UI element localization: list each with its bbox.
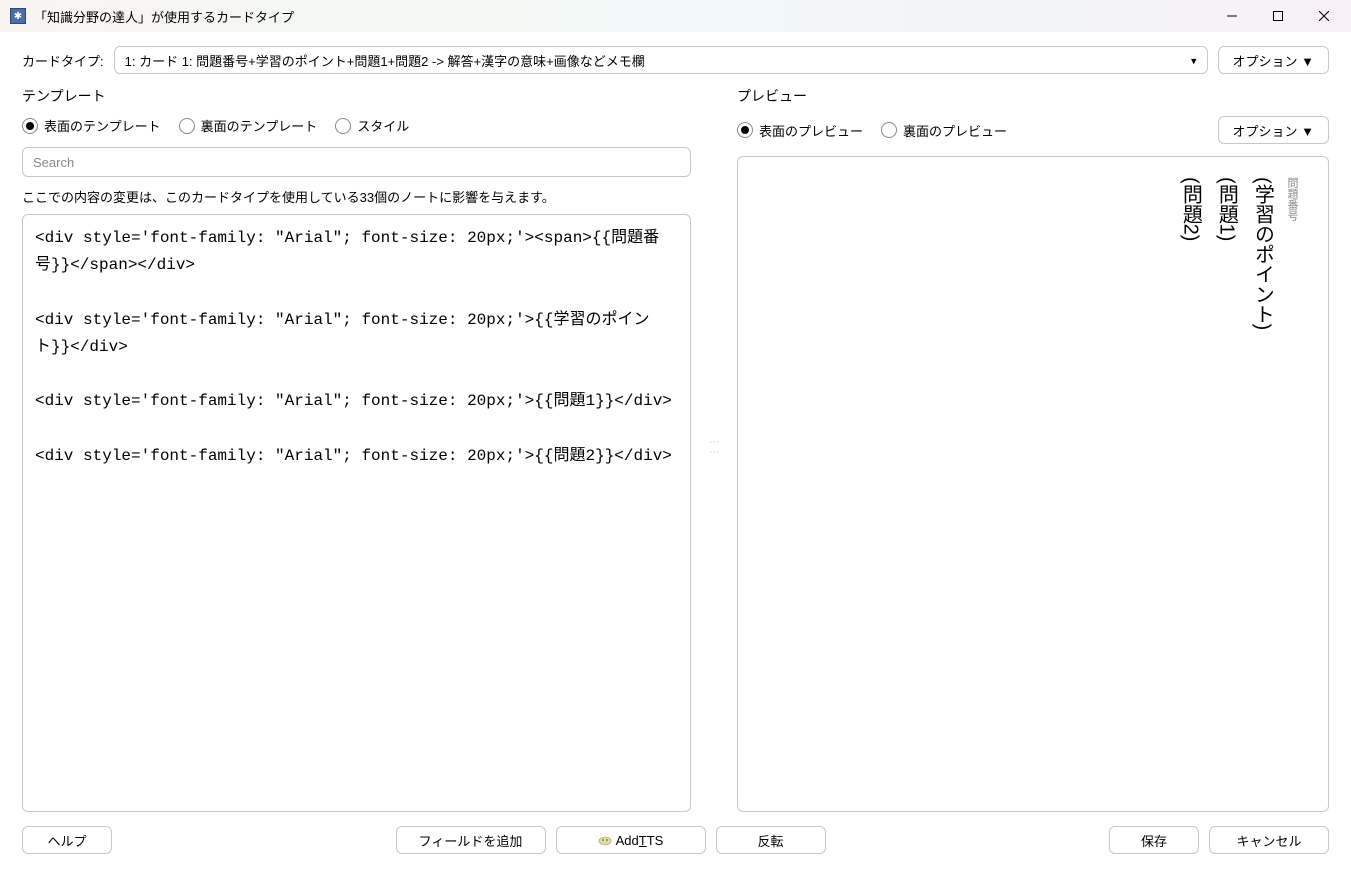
add-tts-button[interactable]: Add TTS xyxy=(556,826,706,854)
radio-style[interactable]: スタイル xyxy=(335,116,409,135)
chevron-down-icon xyxy=(1191,53,1197,68)
radio-dot-icon xyxy=(737,122,753,138)
template-notice: ここでの内容の変更は、このカードタイプを使用している33個のノートに影響を与えま… xyxy=(22,187,691,206)
radio-front-preview-label: 表面のプレビュー xyxy=(759,121,863,140)
radio-back-preview-label: 裏面のプレビュー xyxy=(903,121,1007,140)
maximize-button[interactable] xyxy=(1255,0,1301,32)
preview-line-small: 問題番号 xyxy=(1282,177,1300,791)
preview-radio-row: 表面のプレビュー 裏面のプレビュー オプション ▼ xyxy=(737,116,1329,144)
cancel-label: キャンセル xyxy=(1236,831,1301,850)
card-type-select-value: 1: カード 1: 問題番号+学習のポイント+問題1+問題2 -> 解答+漢字の… xyxy=(125,51,645,70)
card-type-options-button[interactable]: オプション ▼ xyxy=(1218,46,1329,74)
add-tts-label-pre: Add xyxy=(616,833,639,848)
add-field-button[interactable]: フィールドを追加 xyxy=(396,826,546,854)
preview-options-label: オプション ▼ xyxy=(1233,121,1314,140)
pane-splitter[interactable]: ⋮⋮ xyxy=(709,82,719,812)
radio-back-template[interactable]: 裏面のテンプレート xyxy=(179,116,318,135)
app-icon: ✱ xyxy=(10,8,26,24)
card-type-row: カードタイプ: 1: カード 1: 問題番号+学習のポイント+問題1+問題2 -… xyxy=(0,32,1351,82)
footer: ヘルプ フィールドを追加 Add TTS 反転 保存 キャンセル xyxy=(0,812,1351,872)
preview-line-3: (問題2) xyxy=(1174,177,1206,791)
preview-heading-label: プレビュー xyxy=(737,86,807,106)
radio-front-template[interactable]: 表面のテンプレート xyxy=(22,116,161,135)
template-pane: テンプレート 表面のテンプレート 裏面のテンプレート スタイル Search こ… xyxy=(22,82,709,812)
radio-dot-icon xyxy=(335,118,351,134)
close-button[interactable] xyxy=(1301,0,1347,32)
cancel-button[interactable]: キャンセル xyxy=(1209,826,1329,854)
preview-pane: プレビュー 表面のプレビュー 裏面のプレビュー オプション ▼ 問題番号 (学習… xyxy=(719,82,1329,812)
add-tts-label-u: T xyxy=(639,833,647,848)
card-type-label: カードタイプ: xyxy=(22,51,104,70)
flip-button[interactable]: 反転 xyxy=(716,826,826,854)
card-type-select[interactable]: 1: カード 1: 問題番号+学習のポイント+問題1+問題2 -> 解答+漢字の… xyxy=(114,46,1208,74)
add-tts-label-tail: TS xyxy=(647,833,664,848)
preview-line-1: (学習のポイント) xyxy=(1246,177,1278,791)
preview-line-2: (問題1) xyxy=(1210,177,1242,791)
minimize-button[interactable] xyxy=(1209,0,1255,32)
flip-label: 反転 xyxy=(757,831,783,850)
add-field-label: フィールドを追加 xyxy=(419,831,523,850)
search-placeholder: Search xyxy=(33,155,74,170)
preview-options-button[interactable]: オプション ▼ xyxy=(1218,116,1329,144)
card-type-options-label: オプション ▼ xyxy=(1233,51,1314,70)
close-icon xyxy=(1319,11,1329,21)
radio-dot-icon xyxy=(22,118,38,134)
radio-style-label: スタイル xyxy=(357,116,409,135)
save-button[interactable]: 保存 xyxy=(1109,826,1199,854)
help-button[interactable]: ヘルプ xyxy=(22,826,112,854)
titlebar: ✱ 「知識分野の達人」が使用するカードタイプ xyxy=(0,0,1351,32)
radio-back-template-label: 裏面のテンプレート xyxy=(201,116,318,135)
preview-box: 問題番号 (学習のポイント) (問題1) (問題2) xyxy=(737,156,1329,812)
help-label: ヘルプ xyxy=(47,831,86,850)
search-input[interactable]: Search xyxy=(22,147,691,177)
window-title: 「知識分野の達人」が使用するカードタイプ xyxy=(34,7,294,26)
radio-back-preview[interactable]: 裏面のプレビュー xyxy=(881,121,1007,140)
maximize-icon xyxy=(1273,11,1283,21)
template-editor[interactable]: <div style='font-family: "Arial"; font-s… xyxy=(22,214,691,812)
radio-dot-icon xyxy=(881,122,897,138)
save-label: 保存 xyxy=(1141,831,1167,850)
template-heading: テンプレート xyxy=(22,86,691,106)
template-radio-row: 表面のテンプレート 裏面のテンプレート スタイル xyxy=(22,116,691,135)
radio-front-template-label: 表面のテンプレート xyxy=(44,116,161,135)
minimize-icon xyxy=(1227,11,1237,21)
tts-icon xyxy=(598,833,612,847)
radio-front-preview[interactable]: 表面のプレビュー xyxy=(737,121,863,140)
main-content: テンプレート 表面のテンプレート 裏面のテンプレート スタイル Search こ… xyxy=(0,82,1351,812)
radio-dot-icon xyxy=(179,118,195,134)
preview-heading: プレビュー xyxy=(737,86,1329,106)
